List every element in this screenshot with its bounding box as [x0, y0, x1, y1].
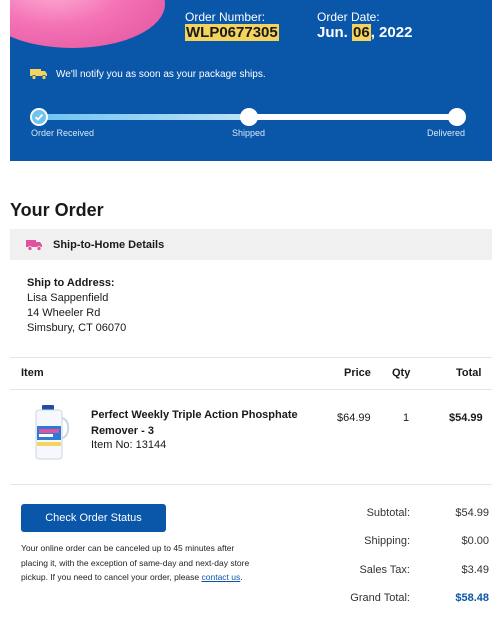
order-date-month: Jun. [317, 24, 353, 41]
cancel-policy-note: Your online order can be canceled up to … [21, 541, 261, 585]
column-header-qty: Qty [392, 367, 411, 379]
step-label-delivered: Delivered [427, 128, 466, 138]
shipping-value: $0.00 [461, 535, 489, 547]
grand-total-value: $58.48 [455, 592, 489, 604]
order-number-value: WLP0677305 [185, 24, 279, 41]
product-qty: 1 [403, 412, 410, 424]
ship-notice-text: We'll notify you as soon as your package… [56, 68, 266, 80]
order-date-year: , 2022 [370, 24, 413, 41]
product-price: $64.99 [337, 412, 371, 424]
pool-float-image [10, 0, 165, 48]
contact-us-link[interactable]: contact us [202, 572, 241, 582]
sales-tax-label: Sales Tax: [359, 564, 410, 576]
subtotal-label: Subtotal: [366, 507, 410, 519]
step-label-order-received: Order Received [31, 128, 95, 138]
shipping-label: Shipping: [364, 535, 410, 547]
column-header-price: Price [344, 367, 371, 379]
order-number-label: Order Number: [185, 10, 266, 24]
product-image[interactable] [30, 404, 70, 460]
product-name-link[interactable]: Perfect Weekly Triple Action Phosphate R… [91, 407, 306, 439]
subtotal-value: $54.99 [455, 507, 489, 519]
your-order-heading: Your Order [10, 200, 104, 220]
truck-icon [30, 69, 47, 80]
address-line: Simsbury, CT 06070 [27, 322, 127, 334]
address-line: 14 Wheeler Rd [27, 307, 101, 319]
step-shipped-dot [240, 108, 258, 126]
ship-to-label: Ship to Address: [27, 277, 115, 289]
shipping-status-panel: We'll notify you as soon as your package… [10, 48, 492, 161]
ship-notice: We'll notify you as soon as your package… [30, 68, 266, 80]
check-icon [34, 113, 44, 121]
divider [10, 389, 492, 390]
step-delivered-dot [448, 108, 466, 126]
address-line: Lisa Sappenfield [27, 292, 109, 304]
order-date-label: Order Date: [317, 10, 380, 24]
delivery-truck-icon [26, 239, 42, 251]
cancel-note-end: . [240, 572, 243, 582]
check-order-status-button[interactable]: Check Order Status [21, 504, 166, 532]
column-header-item: Item [21, 367, 44, 379]
grand-total-label: Grand Total: [350, 592, 410, 604]
order-header-banner: Order Number: WLP0677305 Order Date: Jun… [10, 0, 492, 48]
product-total: $54.99 [449, 412, 483, 424]
divider [10, 484, 492, 485]
step-label-shipped: Shipped [232, 128, 266, 138]
order-date-value: Jun. 06, 2022 [317, 24, 412, 41]
progress-fill [38, 114, 249, 120]
ship-to-home-details-bar: Ship-to-Home Details [10, 229, 492, 260]
divider [10, 357, 492, 358]
product-item-number: Item No: 13144 [91, 439, 167, 451]
order-number-block: Order Number: WLP0677305 [185, 11, 279, 41]
details-title: Ship-to-Home Details [53, 238, 165, 251]
step-order-received-dot [30, 108, 48, 126]
order-date-day: 06 [352, 24, 371, 41]
order-date-block: Order Date: Jun. 06, 2022 [317, 11, 412, 41]
ship-address-block: Ship to Address: Lisa Sappenfield 14 Whe… [27, 276, 126, 336]
column-header-total: Total [456, 367, 482, 379]
sales-tax-value: $3.49 [461, 564, 489, 576]
